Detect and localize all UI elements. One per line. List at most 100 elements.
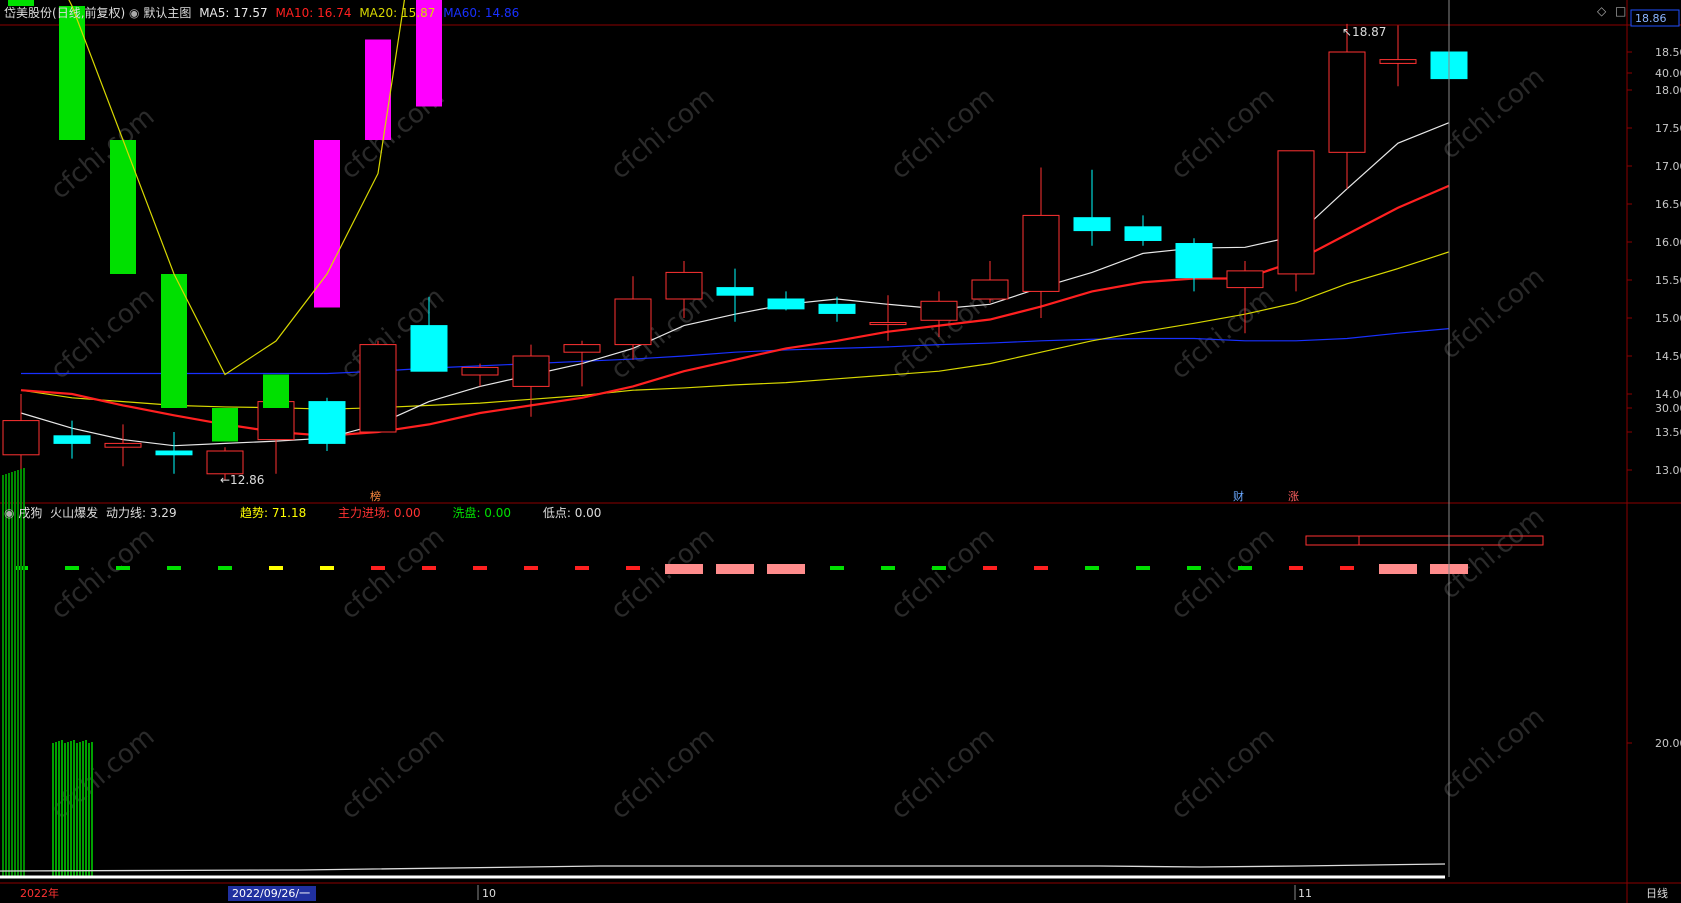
volume-glow-bar (82, 741, 84, 877)
signal-dash (1085, 566, 1099, 570)
watermark: cfchi.com (885, 82, 1000, 185)
candle-body (665, 271, 703, 300)
volume-glow-bar (91, 742, 93, 877)
template-label[interactable]: 默认主图 (143, 6, 191, 20)
indicator-tick-label: 30.00 (1655, 402, 1681, 415)
signal-dash (269, 566, 283, 570)
signal-dash (881, 566, 895, 570)
ma5-value: MA5: 17.57 (199, 6, 268, 20)
signal-dash (932, 566, 946, 570)
indicator-header: ◉ 戌狗 火山爆发 动力线: 3.29 (4, 504, 177, 521)
watermark: cfchi.com (1435, 702, 1550, 805)
watermark: cfchi.com (1165, 522, 1280, 625)
cai-marker: 财 (1233, 489, 1244, 503)
signal-dash (665, 564, 703, 574)
template-icon[interactable]: ◉ (129, 6, 139, 20)
indicator-bar (110, 140, 136, 274)
candle-body (410, 325, 448, 372)
watermark: cfchi.com (1165, 82, 1280, 185)
volume-glow-bar (8, 473, 10, 877)
stock-name[interactable]: 岱美股份 (4, 6, 52, 20)
signal-dash (167, 566, 181, 570)
volume-glow-bar (61, 740, 63, 877)
candle-body (1277, 150, 1315, 275)
volume-glow-bar (76, 743, 78, 877)
watermark: cfchi.com (45, 282, 160, 385)
candle-body (869, 322, 907, 326)
volume-glow-bar (52, 743, 54, 877)
diamond-icon[interactable]: ◇ (1597, 4, 1606, 18)
volume-glow-bar (14, 471, 16, 877)
volume-glow-bar (23, 468, 25, 877)
signal-dash (1034, 566, 1048, 570)
candle-body (920, 300, 958, 321)
signal-dash (1379, 564, 1417, 574)
volume-glow-bar (20, 469, 22, 877)
candle-body (1328, 51, 1366, 153)
signal-dash (626, 566, 640, 570)
volume-glow-bar (55, 742, 57, 877)
price-tick-label: 13.00 (1655, 464, 1681, 477)
bang-marker: 榜 (370, 489, 381, 503)
watermark: cfchi.com (1435, 262, 1550, 365)
main-inflow-value: 主力进场: 0.00 (338, 506, 421, 520)
watermark: cfchi.com (605, 82, 720, 185)
volume-glow-bar (88, 743, 90, 877)
candle-body (818, 303, 856, 314)
watermark: cfchi.com (1165, 282, 1280, 385)
watermark: cfchi.com (1435, 502, 1550, 605)
cursor-date-label: 2022/09/26/一 (232, 887, 310, 900)
zhang-marker: 涨 (1288, 490, 1299, 503)
signal-dash (473, 566, 487, 570)
kline-chart[interactable]: cfchi.com cfchi.com cfchi.com cfchi.com cfch… (0, 0, 1681, 903)
signal-dash (320, 566, 334, 570)
indicator-settings-icon[interactable]: ◉ (4, 506, 14, 520)
period-button: 日线 (1646, 886, 1668, 900)
signal-dash (716, 564, 754, 574)
signal-dash (65, 566, 79, 570)
signal-dash (1289, 566, 1303, 570)
volume-glow-bar (2, 475, 4, 877)
main-chart-header: 岱美股份(日线,前复权) ◉ 默认主图 MA5: 17.57 MA10: 16.… (4, 4, 519, 21)
candle-body (308, 401, 346, 444)
signal-dash (830, 566, 844, 570)
price-tick-label: 14.00 (1655, 388, 1681, 401)
volume-glow-bar (79, 742, 81, 877)
power-line-value: 动力线: 3.29 (106, 506, 177, 520)
period-label: (日线,前复权) (52, 6, 126, 20)
price-tick-label: 15.00 (1655, 312, 1681, 325)
indicator-bar (263, 374, 289, 408)
signal-dash (1340, 566, 1354, 570)
indicator-bar (314, 140, 340, 308)
signal-dash (767, 564, 805, 574)
signal-dash (1136, 566, 1150, 570)
signal-dash (371, 566, 385, 570)
ma10-value: MA10: 16.74 (275, 6, 352, 20)
indicator-tick-label: 20.00 (1655, 737, 1681, 750)
candle-body (1226, 270, 1264, 289)
wash-value: 洗盘: 0.00 (452, 506, 512, 520)
candle-body (461, 366, 499, 376)
candle-body (1022, 214, 1060, 292)
month-label-nov: 11 (1298, 887, 1312, 900)
candle-body (359, 344, 397, 433)
price-tick-label: 16.50 (1655, 198, 1681, 211)
price-tick-label: 18.50 (1655, 46, 1681, 59)
candle-body (104, 442, 142, 448)
current-price-label: 18.86 (1635, 12, 1667, 25)
candle-body (563, 344, 601, 353)
watermark: cfchi.com (335, 722, 450, 825)
price-tick-label: 16.00 (1655, 236, 1681, 249)
candle-body (1073, 217, 1111, 232)
candle-body (53, 435, 91, 444)
trend-value: 趋势: 71.18 (240, 506, 307, 520)
candle-body (614, 298, 652, 346)
watermark: cfchi.com (885, 522, 1000, 625)
indicator-name[interactable]: 戌狗 (18, 506, 42, 520)
candle-body (1124, 226, 1162, 241)
volume-glow-bar (67, 742, 69, 877)
price-tick-label: 13.50 (1655, 426, 1681, 439)
crosshair-toggle-icon[interactable]: □ (1615, 4, 1626, 18)
watermark: cfchi.com (885, 722, 1000, 825)
signal-dash (422, 566, 436, 570)
